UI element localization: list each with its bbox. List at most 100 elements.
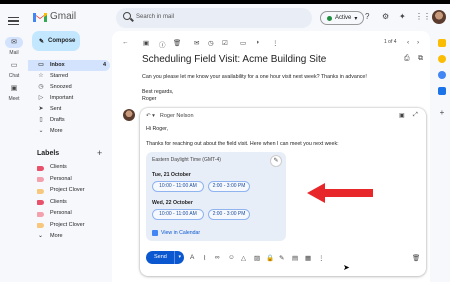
mail-folders: ▭ Inbox 4 ☆ Starred ◷ Snoozed ▷ Importan…: [28, 60, 110, 137]
hamburger-menu-icon[interactable]: [8, 17, 19, 25]
time-slot-button[interactable]: 10:00 - 11:00 AM: [152, 209, 204, 220]
side-panel-rail: +: [434, 31, 450, 282]
rail-mail[interactable]: ✉ Mail: [3, 37, 25, 56]
time-slot-button[interactable]: 2:00 - 3:00 PM: [208, 181, 250, 192]
chevron-right-icon[interactable]: ›: [417, 39, 419, 46]
more-vert-icon[interactable]: ⋮: [272, 39, 279, 47]
open-in-new-icon[interactable]: ⧉: [418, 55, 423, 63]
compose-button[interactable]: ✎ Compose: [32, 31, 80, 51]
red-annotation-arrow: [307, 183, 373, 203]
search-input[interactable]: Search in mail: [136, 14, 174, 20]
label-tag-icon: [37, 211, 44, 217]
report-spam-icon[interactable]: ⓘ: [159, 39, 166, 49]
email-signoff: Best regards,: [142, 89, 174, 95]
reply-line[interactable]: Thanks for reaching out about the field …: [146, 141, 339, 147]
pop-out-icon[interactable]: ▣: [399, 112, 405, 119]
send-button[interactable]: Send ▾: [146, 251, 184, 264]
sender-avatar: [123, 109, 135, 121]
video-icon: ▣: [10, 85, 18, 92]
draft-icon: ▯: [39, 117, 43, 123]
add-label-plus-icon[interactable]: +: [97, 148, 102, 158]
rail-meet[interactable]: ▣ Meet: [3, 83, 25, 102]
chevron-down-icon: ⌄: [38, 233, 44, 239]
sidebar-item-drafts[interactable]: ▯ Drafts: [28, 115, 110, 126]
link-icon[interactable]: ∞: [215, 254, 220, 261]
keep-app-icon[interactable]: [438, 55, 446, 63]
send-icon: ➤: [38, 106, 44, 112]
status-chip[interactable]: Active ▾: [320, 11, 365, 25]
signature-pen-icon[interactable]: ✎: [279, 254, 284, 262]
tasks-app-icon[interactable]: [438, 71, 446, 79]
time-slot-button[interactable]: 2:00 - 3:00 PM: [208, 209, 250, 220]
label-icon[interactable]: ◗: [256, 39, 260, 46]
emoji-icon[interactable]: ☺: [228, 254, 235, 261]
formatting-icon[interactable]: A: [190, 254, 194, 261]
edit-pencil-icon[interactable]: ✎: [270, 155, 282, 167]
availability-card-bg: [146, 152, 286, 241]
mail-icon: ✉: [5, 37, 23, 48]
sidebar-item-starred[interactable]: ☆ Starred: [28, 71, 110, 82]
lock-icon[interactable]: 🔒: [266, 254, 274, 262]
settings-gear-icon[interactable]: ⚙: [382, 12, 389, 21]
sidebar-item-sent[interactable]: ➤ Sent: [28, 104, 110, 115]
chat-icon: ▭: [10, 62, 18, 69]
label-item-personal[interactable]: Personal: [28, 174, 110, 186]
label-list: Clients Personal Project Clover Clients …: [28, 162, 110, 243]
sidebar-item-more[interactable]: ⌄ More: [28, 126, 110, 137]
label-item-clients[interactable]: Clients: [28, 162, 110, 174]
label-item-project-clover[interactable]: Project Clover: [28, 220, 110, 232]
recipient-name[interactable]: Roger Nelson: [160, 113, 194, 119]
account-avatar[interactable]: [432, 10, 446, 24]
discard-trash-icon[interactable]: 🗑: [412, 254, 420, 262]
help-icon[interactable]: ?: [365, 12, 369, 21]
view-in-calendar-link[interactable]: View in Calendar: [152, 230, 200, 236]
label-tag-icon: [37, 165, 44, 171]
time-slot-button[interactable]: 10:00 - 11:00 AM: [152, 181, 204, 192]
delete-icon[interactable]: 🗑: [173, 39, 181, 47]
gemini-sparkle-icon[interactable]: ✦: [399, 12, 406, 21]
label-item-more[interactable]: ⌄ More: [28, 231, 110, 243]
labels-heading: Labels: [37, 150, 60, 157]
move-to-icon[interactable]: ▭: [240, 39, 246, 47]
label-item-clients[interactable]: Clients: [28, 197, 110, 209]
calendar-app-icon[interactable]: [438, 39, 446, 47]
add-task-icon[interactable]: ☑: [222, 39, 228, 47]
gmail-m-icon: [33, 12, 47, 22]
snooze-icon[interactable]: ◷: [208, 39, 214, 47]
apps-grid-icon[interactable]: ⋮⋮: [415, 12, 431, 21]
send-options-chevron-icon[interactable]: ▾: [174, 251, 181, 264]
top-bezel: [0, 0, 450, 4]
status-dot-icon: [327, 15, 332, 21]
chevron-left-icon[interactable]: ‹: [407, 39, 409, 46]
contacts-app-icon[interactable]: [438, 87, 446, 95]
rail-chat[interactable]: ▭ Chat: [3, 60, 25, 79]
expand-icon[interactable]: ⤢: [413, 112, 418, 119]
label-item-project-clover[interactable]: Project Clover: [28, 185, 110, 197]
label-item-personal[interactable]: Personal: [28, 208, 110, 220]
print-icon[interactable]: ⎙: [404, 55, 410, 63]
calendar-icon: [152, 230, 158, 236]
label-tag-icon: [37, 200, 44, 205]
email-signature: Roger: [142, 96, 157, 102]
mark-unread-icon[interactable]: ✉: [194, 39, 199, 47]
back-arrow-icon[interactable]: ←: [122, 39, 129, 46]
search-icon: [123, 12, 131, 20]
layout-icon[interactable]: ▤: [292, 254, 298, 262]
add-addon-plus-icon[interactable]: +: [438, 109, 446, 117]
drive-icon[interactable]: △: [241, 254, 246, 262]
pencil-icon: ✎: [39, 38, 45, 45]
clock-icon: ◷: [38, 84, 44, 90]
photo-icon[interactable]: ▨: [254, 254, 260, 262]
attach-icon[interactable]: ⌇: [203, 254, 206, 262]
reply-greeting[interactable]: Hi Roger,: [146, 126, 168, 132]
sidebar-item-inbox[interactable]: ▭ Inbox 4: [28, 60, 110, 71]
sidebar-item-important[interactable]: ▷ Important: [28, 93, 110, 104]
archive-icon[interactable]: ▣: [143, 39, 149, 47]
more-vert-icon[interactable]: ⋮: [318, 254, 325, 262]
gmail-logo[interactable]: Gmail: [33, 11, 76, 22]
schedule-calendar-icon[interactable]: ▦: [305, 254, 311, 262]
reply-arrow-icon[interactable]: ↶ ▾: [146, 113, 155, 119]
unread-count: 4: [102, 62, 106, 68]
search-bar[interactable]: Search in mail: [116, 8, 312, 28]
sidebar-item-snoozed[interactable]: ◷ Snoozed: [28, 82, 110, 93]
